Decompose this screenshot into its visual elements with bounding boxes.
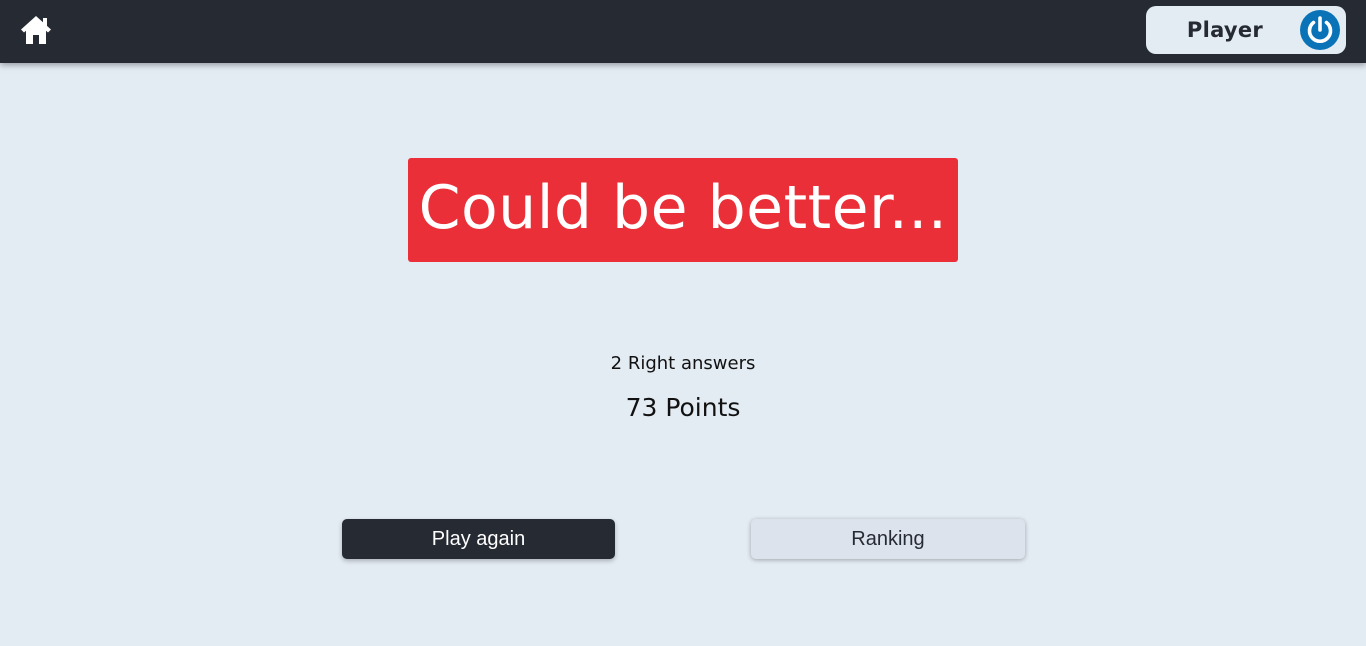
- ranking-button[interactable]: Ranking: [751, 519, 1025, 559]
- play-again-button[interactable]: Play again: [342, 519, 615, 559]
- player-name: Player: [1186, 18, 1264, 42]
- player-badge: Player: [1146, 6, 1346, 54]
- home-icon: [21, 16, 51, 44]
- result-banner: Could be better...: [408, 158, 958, 262]
- home-button[interactable]: [19, 14, 53, 46]
- right-answers-count: 2 Right answers: [610, 353, 756, 374]
- top-navigation-bar: Player: [0, 0, 1366, 63]
- result-title: Could be better...: [418, 173, 948, 243]
- power-icon: [1300, 10, 1340, 50]
- points-total: 73 Points: [625, 393, 741, 422]
- logout-button[interactable]: [1299, 9, 1341, 51]
